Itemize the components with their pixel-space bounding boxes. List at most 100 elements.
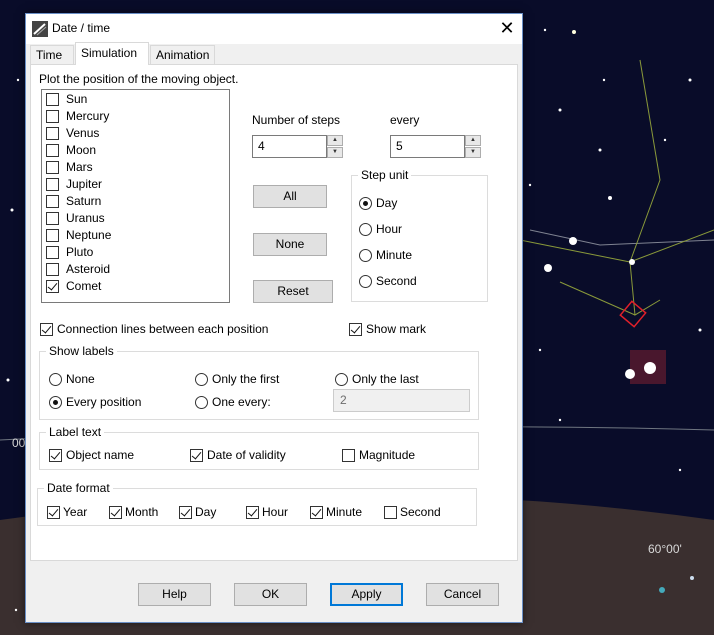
step-unit-radio-day[interactable] bbox=[359, 197, 372, 210]
every-up-arrow-icon[interactable]: ▲ bbox=[465, 135, 481, 146]
show-labels-group: Show labels None Only the first Only the… bbox=[39, 344, 479, 420]
date-of-validity-checkbox[interactable] bbox=[190, 449, 203, 462]
object-label: Pluto bbox=[66, 245, 94, 259]
title-bar[interactable]: Date / time ✕ bbox=[26, 14, 522, 44]
date-time-dialog: Date / time ✕ Time Simulation Animation … bbox=[25, 13, 523, 623]
connection-lines-checkbox[interactable] bbox=[40, 323, 53, 336]
object-list: Sun Mercury Venus Moon Mars Jupiter Saturn Uran… bbox=[41, 89, 230, 303]
show-labels-none-label: None bbox=[66, 372, 95, 386]
apply-button[interactable]: Apply bbox=[330, 583, 403, 606]
date-format-minute-label: Minute bbox=[326, 505, 363, 519]
one-every-label: One every: bbox=[212, 395, 271, 409]
object-checkbox[interactable] bbox=[46, 229, 59, 242]
step-unit-radio-hour[interactable] bbox=[359, 223, 372, 236]
object-label: Comet bbox=[66, 279, 102, 293]
only-the-last-radio[interactable] bbox=[335, 373, 348, 386]
step-unit-radio-second[interactable] bbox=[359, 275, 372, 288]
tab-bar: Time Simulation Animation bbox=[30, 42, 518, 65]
tab-animation[interactable]: Animation bbox=[150, 45, 215, 64]
steps-down-arrow-icon[interactable]: ▼ bbox=[327, 147, 343, 158]
tab-simulation[interactable]: Simulation bbox=[75, 42, 149, 65]
object-checkbox[interactable] bbox=[46, 246, 59, 259]
close-icon: ✕ bbox=[499, 18, 515, 38]
date-of-validity-label: Date of validity bbox=[207, 448, 286, 462]
only-the-first-label: Only the first bbox=[212, 372, 280, 386]
object-name-checkbox[interactable] bbox=[49, 449, 62, 462]
object-checkbox[interactable] bbox=[46, 178, 59, 191]
date-format-month-checkbox[interactable] bbox=[109, 506, 122, 519]
magnitude-label: Magnitude bbox=[359, 448, 416, 462]
app-icon bbox=[32, 21, 48, 37]
none-button[interactable]: None bbox=[253, 233, 327, 256]
date-format-day-checkbox[interactable] bbox=[179, 506, 192, 519]
date-format-minute-checkbox[interactable] bbox=[310, 506, 323, 519]
object-checkbox[interactable] bbox=[46, 110, 59, 123]
help-button[interactable]: Help bbox=[138, 583, 211, 606]
date-format-hour-label: Hour bbox=[262, 505, 289, 519]
date-format-hour-checkbox[interactable] bbox=[246, 506, 259, 519]
object-label: Asteroid bbox=[66, 262, 111, 276]
step-unit-label-minute: Minute bbox=[376, 248, 413, 262]
all-button[interactable]: All bbox=[253, 185, 327, 208]
object-label: Neptune bbox=[66, 228, 112, 242]
date-format-title: Date format bbox=[44, 481, 113, 495]
date-format-year-checkbox[interactable] bbox=[47, 506, 60, 519]
object-checkbox[interactable] bbox=[46, 144, 59, 157]
plot-heading: Plot the position of the moving object. bbox=[39, 72, 239, 86]
step-unit-label-second: Second bbox=[376, 274, 417, 288]
every-position-radio[interactable] bbox=[49, 396, 62, 409]
every-input[interactable]: 5 bbox=[390, 135, 465, 158]
object-checkbox[interactable] bbox=[46, 195, 59, 208]
object-checkbox[interactable] bbox=[46, 127, 59, 140]
step-unit-title: Step unit bbox=[358, 168, 412, 182]
sky-coordinate-label-left: 00 bbox=[12, 436, 26, 450]
magnitude-checkbox[interactable] bbox=[342, 449, 355, 462]
object-checkbox[interactable] bbox=[46, 280, 59, 293]
every-down-arrow-icon[interactable]: ▼ bbox=[465, 147, 481, 158]
every-spinner: ▲ ▼ bbox=[465, 135, 481, 158]
number-of-steps-spinner: ▲ ▼ bbox=[327, 135, 343, 158]
steps-up-arrow-icon[interactable]: ▲ bbox=[327, 135, 343, 146]
label-text-title: Label text bbox=[46, 425, 105, 439]
ok-button[interactable]: OK bbox=[234, 583, 307, 606]
cancel-button[interactable]: Cancel bbox=[426, 583, 499, 606]
step-unit-label-day: Day bbox=[376, 196, 398, 210]
object-checkbox[interactable] bbox=[46, 93, 59, 106]
close-button[interactable]: ✕ bbox=[492, 14, 522, 44]
dialog-footer: Help OK Apply Cancel bbox=[26, 562, 522, 622]
object-label: Sun bbox=[66, 92, 88, 106]
object-checkbox[interactable] bbox=[46, 263, 59, 276]
show-mark-checkbox[interactable] bbox=[349, 323, 362, 336]
date-format-second-label: Second bbox=[400, 505, 441, 519]
simulation-panel: Plot the position of the moving object. … bbox=[30, 64, 518, 561]
only-the-last-label: Only the last bbox=[352, 372, 419, 386]
number-of-steps-input[interactable]: 4 bbox=[252, 135, 327, 158]
connection-lines-label: Connection lines between each position bbox=[57, 322, 269, 336]
object-checkbox[interactable] bbox=[46, 212, 59, 225]
step-unit-label-hour: Hour bbox=[376, 222, 403, 236]
date-format-day-label: Day bbox=[195, 505, 217, 519]
date-format-month-label: Month bbox=[125, 505, 159, 519]
one-every-radio[interactable] bbox=[195, 396, 208, 409]
every-position-label: Every position bbox=[66, 395, 142, 409]
date-format-year-label: Year bbox=[63, 505, 88, 519]
step-unit-radio-minute[interactable] bbox=[359, 249, 372, 262]
date-format-second-checkbox[interactable] bbox=[384, 506, 397, 519]
one-every-input[interactable]: 2 bbox=[333, 389, 470, 412]
show-labels-none-radio[interactable] bbox=[49, 373, 62, 386]
tab-time[interactable]: Time bbox=[30, 45, 74, 64]
reset-button[interactable]: Reset bbox=[253, 280, 333, 303]
object-label: Moon bbox=[66, 143, 97, 157]
sky-coordinate-label-right: 60°00' bbox=[648, 542, 682, 556]
only-the-first-radio[interactable] bbox=[195, 373, 208, 386]
every-label: every bbox=[390, 113, 420, 127]
show-labels-title: Show labels bbox=[46, 344, 117, 358]
object-name-label: Object name bbox=[66, 448, 135, 462]
step-unit-group: Step unit Day Hour Minute Second bbox=[351, 168, 488, 302]
object-label: Mercury bbox=[66, 109, 110, 123]
number-of-steps-label: Number of steps bbox=[252, 113, 341, 127]
object-label: Jupiter bbox=[66, 177, 103, 191]
object-label: Venus bbox=[66, 126, 100, 140]
object-label: Mars bbox=[66, 160, 93, 174]
object-checkbox[interactable] bbox=[46, 161, 59, 174]
